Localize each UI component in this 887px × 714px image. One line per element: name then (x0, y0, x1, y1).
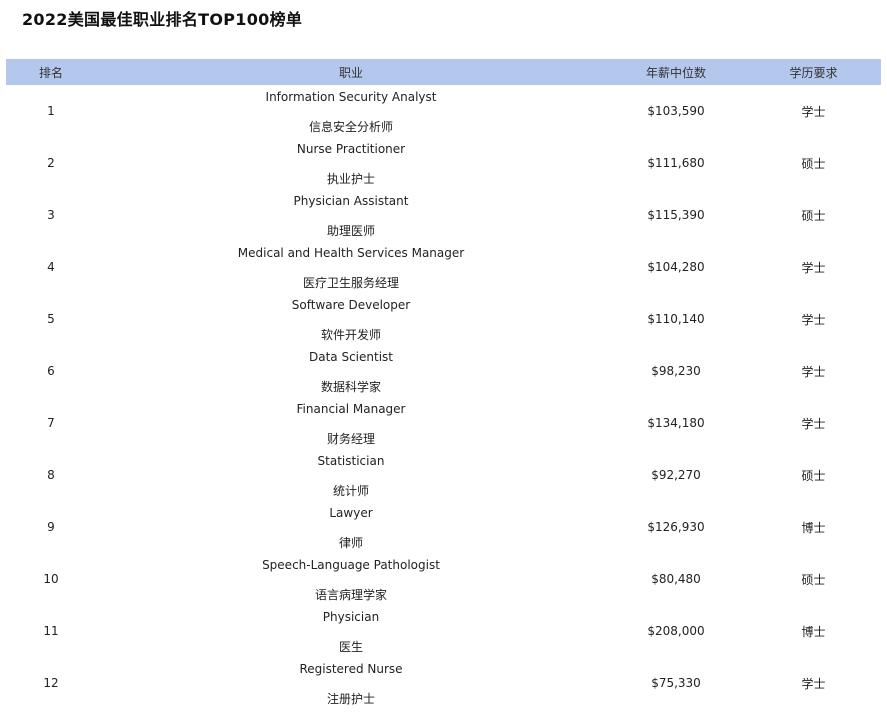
cell-salary: $75,330 (651, 676, 701, 690)
job-name-en: Registered Nurse (299, 662, 403, 676)
job-name-en: Physician Assistant (293, 194, 409, 208)
cell-education: 学士 (801, 364, 826, 379)
job-name-en: Speech-Language Pathologist (262, 558, 440, 572)
table-row: 8 Statistician 统计师 $92,270 硕士 (6, 449, 881, 501)
header-education: 学历要求 (789, 65, 838, 80)
cell-rank: 6 (47, 364, 55, 378)
table-header: 排名 职业 年薪中位数 学历要求 (6, 59, 881, 85)
cell-education: 硕士 (801, 208, 826, 223)
job-name-cn: 律师 (338, 536, 363, 550)
cell-education: 硕士 (801, 156, 826, 171)
page-title: 2022美国最佳职业排名TOP100榜单 (22, 10, 303, 29)
cell-education: 学士 (801, 260, 826, 275)
cell-salary: $134,180 (647, 416, 705, 430)
cell-job: Speech-Language Pathologist 语言病理学家 (96, 553, 606, 605)
cell-rank: 12 (43, 676, 59, 690)
job-name-cn: 医生 (338, 640, 363, 654)
job-name-en: Software Developer (291, 298, 411, 312)
cell-education: 学士 (801, 312, 826, 327)
job-name-cn: 注册护士 (326, 692, 375, 706)
cell-rank: 8 (47, 468, 55, 482)
job-name-en: Statistician (317, 454, 385, 468)
cell-education: 硕士 (801, 468, 826, 483)
job-name-cn: 语言病理学家 (314, 588, 387, 602)
cell-job: Medical and Health Services Manager 医疗卫生服… (96, 241, 606, 293)
job-name-en: Medical and Health Services Manager (237, 246, 465, 260)
table-row: 6 Data Scientist 数据科学家 $98,230 学士 (6, 345, 881, 397)
job-name-en: Financial Manager (296, 402, 406, 416)
table-row: 3 Physician Assistant 助理医师 $115,390 硕士 (6, 189, 881, 241)
header-rank: 排名 (38, 65, 63, 80)
cell-salary: $126,930 (647, 520, 705, 534)
job-name-en: Data Scientist (309, 350, 393, 364)
table-row: 12 Registered Nurse 注册护士 $75,330 学士 (6, 657, 881, 709)
table-row: 9 Lawyer 律师 $126,930 博士 (6, 501, 881, 553)
table-row: 2 Nurse Practitioner 执业护士 $111,680 硕士 (6, 137, 881, 189)
cell-job: Lawyer 律师 (96, 501, 606, 553)
cell-rank: 2 (47, 156, 55, 170)
cell-job: Information Security Analyst 信息安全分析师 (96, 85, 606, 137)
cell-job: Software Developer 软件开发师 (96, 293, 606, 345)
job-name-cn: 软件开发师 (320, 328, 381, 342)
table-row: 7 Financial Manager 财务经理 $134,180 学士 (6, 397, 881, 449)
job-name-en: Physician (322, 610, 380, 624)
cell-education: 博士 (801, 520, 826, 535)
job-name-cn: 信息安全分析师 (308, 120, 393, 134)
job-name-cn: 财务经理 (326, 432, 375, 446)
table-body: 1 Information Security Analyst 信息安全分析师 $103… (6, 85, 881, 709)
table-row: 10 Speech-Language Pathologist 语言病理学家 $80,4… (6, 553, 881, 605)
cell-salary: $92,270 (651, 468, 701, 482)
cell-salary: $208,000 (647, 624, 705, 638)
cell-rank: 1 (47, 104, 55, 118)
job-name-en: Nurse Practitioner (296, 142, 406, 156)
job-name-cn: 助理医师 (326, 224, 375, 238)
job-name-cn: 数据科学家 (320, 380, 381, 394)
cell-job: Data Scientist 数据科学家 (96, 345, 606, 397)
cell-salary: $111,680 (647, 156, 705, 170)
cell-job: Nurse Practitioner 执业护士 (96, 137, 606, 189)
cell-education: 学士 (801, 676, 826, 691)
job-name-en: Lawyer (329, 506, 373, 520)
cell-rank: 11 (43, 624, 59, 638)
cell-education: 硕士 (801, 572, 826, 587)
cell-education: 学士 (801, 416, 826, 431)
cell-salary: $115,390 (647, 208, 705, 222)
table-row: 11 Physician 医生 $208,000 博士 (6, 605, 881, 657)
cell-salary: $80,480 (651, 572, 701, 586)
cell-job: Statistician 统计师 (96, 449, 606, 501)
cell-salary: $103,590 (647, 104, 705, 118)
cell-rank: 10 (43, 572, 59, 586)
cell-job: Financial Manager 财务经理 (96, 397, 606, 449)
cell-education: 学士 (801, 104, 826, 119)
cell-rank: 7 (47, 416, 55, 430)
cell-job: Physician 医生 (96, 605, 606, 657)
job-name-en: Information Security Analyst (265, 90, 437, 104)
header-salary: 年薪中位数 (645, 65, 706, 80)
job-name-cn: 医疗卫生服务经理 (302, 276, 399, 290)
cell-salary: $98,230 (651, 364, 701, 378)
header-job: 职业 (338, 65, 363, 80)
cell-rank: 5 (47, 312, 55, 326)
table-row: 5 Software Developer 软件开发师 $110,140 学士 (6, 293, 881, 345)
career-ranking-table: 排名 职业 年薪中位数 学历要求 1 Information Security A… (6, 59, 881, 709)
cell-salary: $110,140 (647, 312, 705, 326)
cell-salary: $104,280 (647, 260, 705, 274)
cell-rank: 4 (47, 260, 55, 274)
table-row: 1 Information Security Analyst 信息安全分析师 $103… (6, 85, 881, 137)
cell-job: Physician Assistant 助理医师 (96, 189, 606, 241)
cell-rank: 9 (47, 520, 55, 534)
cell-rank: 3 (47, 208, 55, 222)
cell-job: Registered Nurse 注册护士 (96, 657, 606, 709)
job-name-cn: 执业护士 (326, 172, 375, 186)
table-row: 4 Medical and Health Services Manager 医疗卫生… (6, 241, 881, 293)
cell-education: 博士 (801, 624, 826, 639)
job-name-cn: 统计师 (332, 484, 369, 498)
